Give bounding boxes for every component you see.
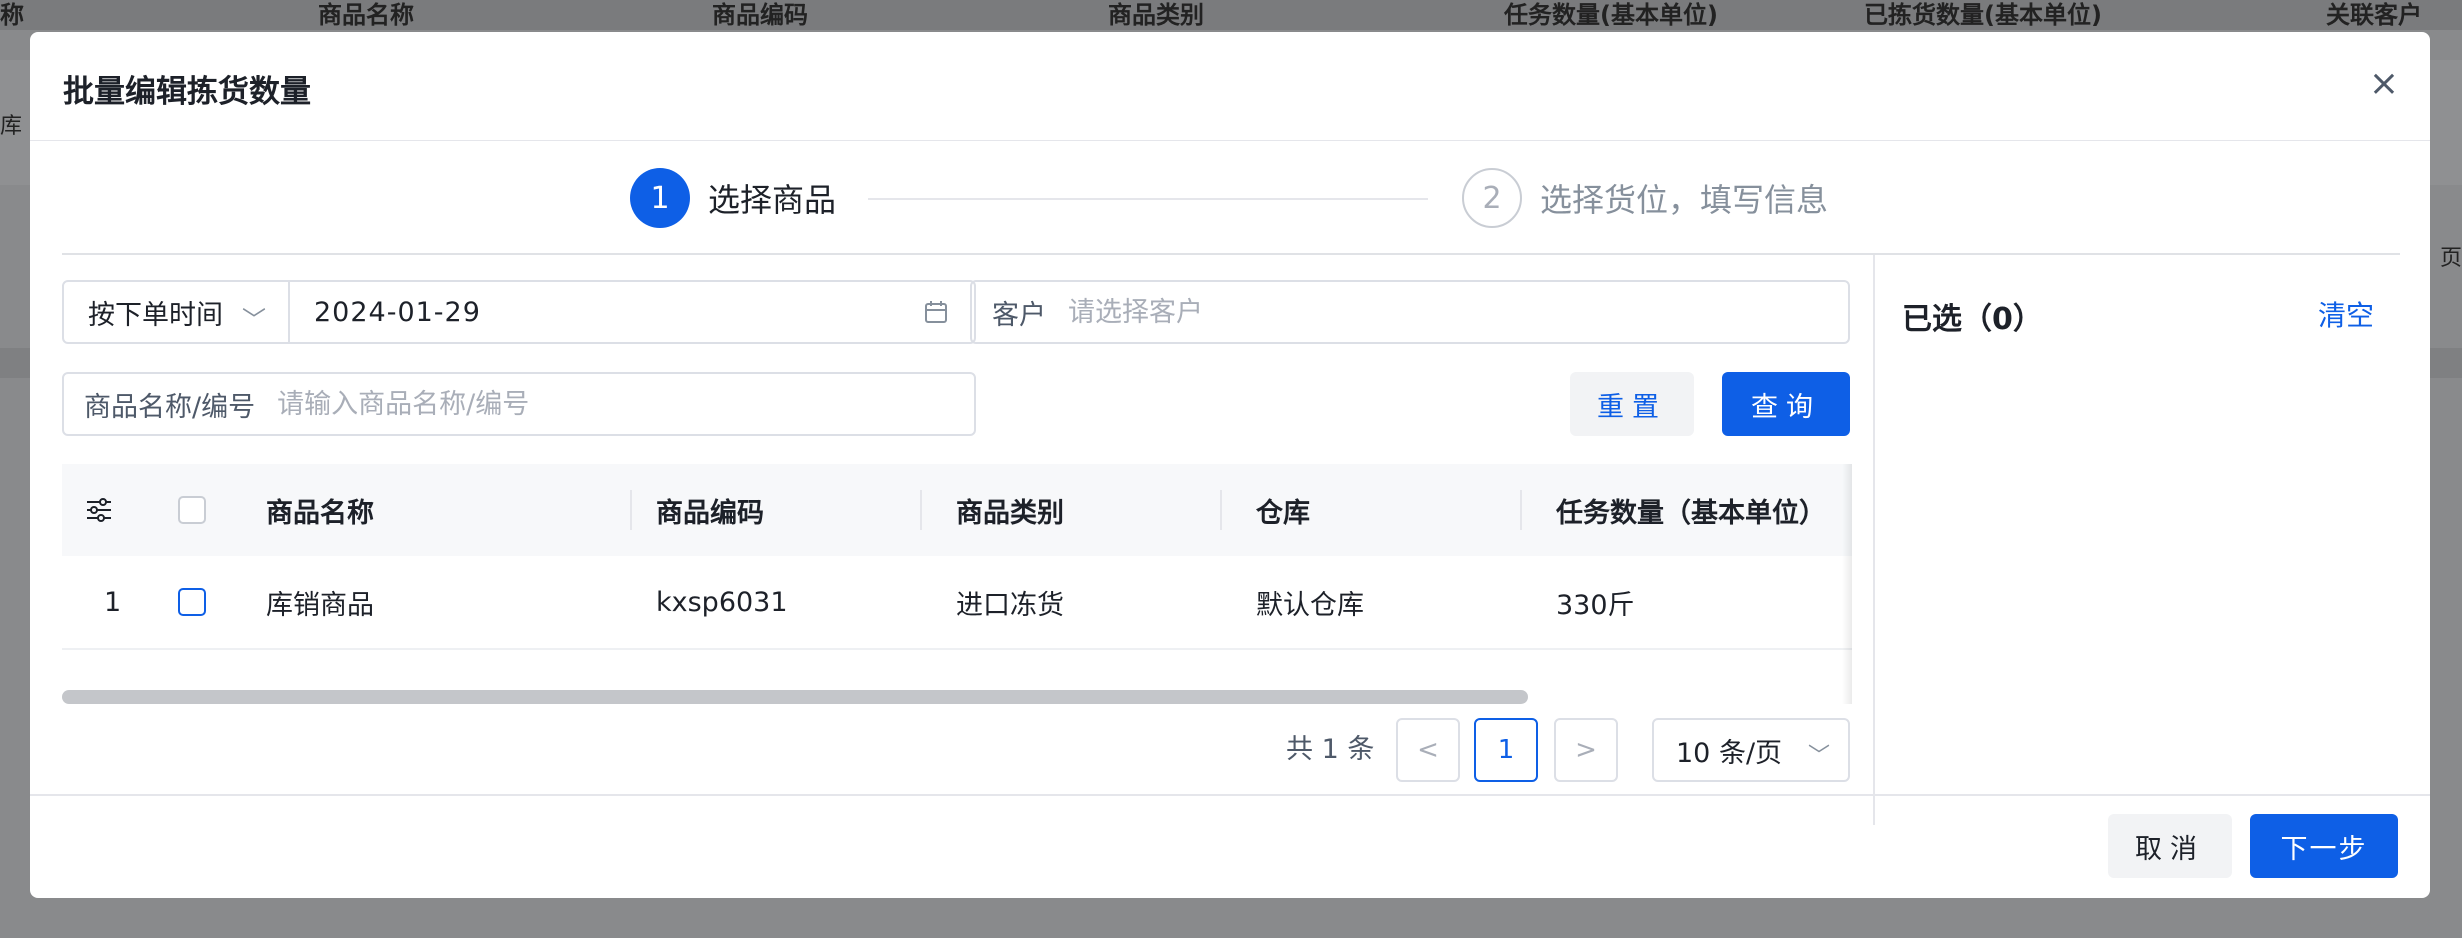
product-filter: 商品名称/编号 [62, 372, 976, 436]
cell-product-name: 库销商品 [266, 589, 374, 621]
step-1: 1 选择商品 [630, 166, 836, 230]
customer-select[interactable] [1066, 295, 1848, 329]
cell-task-qty: 330斤 [1556, 589, 1635, 621]
cell-warehouse: 默认仓库 [1256, 589, 1364, 621]
cell-product-code: kxsp6031 [656, 586, 788, 618]
bg-col-5: 已拣货数量(基本单位) [1864, 1, 2102, 29]
step-1-label: 选择商品 [708, 181, 837, 219]
page-1-button[interactable]: 1 [1474, 718, 1538, 782]
product-search-input[interactable] [275, 387, 974, 421]
date-type-value: 按下单时间 [88, 299, 223, 331]
bg-col-2: 商品编码 [712, 1, 808, 29]
horizontal-scrollbar[interactable] [62, 690, 1528, 704]
next-step-button[interactable]: 下一步 [2250, 814, 2398, 878]
section-divider [62, 253, 2400, 255]
bg-col-3: 商品类别 [1108, 1, 1204, 29]
step-2-label: 选择货位，填写信息 [1540, 181, 1829, 219]
column-settings-icon[interactable] [84, 464, 114, 556]
row-checkbox[interactable] [178, 556, 206, 648]
selected-count-title: 已选（0） [1902, 302, 2043, 337]
product-table: 商品名称 商品编码 商品类别 仓库 任务数量（基本单位） 1 库销商品 kxsp… [62, 464, 1852, 704]
pagination-total: 共 1 条 [1286, 734, 1375, 765]
col-header-category: 商品类别 [956, 497, 1064, 529]
row-index: 1 [104, 586, 122, 618]
customer-label: 客户 [992, 299, 1046, 331]
date-picker[interactable]: 2024-01-29 [290, 297, 974, 328]
col-header-code: 商品编码 [656, 497, 764, 529]
panel-divider [1873, 255, 1875, 825]
bg-col-0: 称 [0, 1, 24, 29]
checkbox-box [178, 588, 206, 616]
batch-edit-modal: 批量编辑拣货数量 × 1 选择商品 2 选择货位，填写信息 按下单时间 ﹀ 20… [30, 32, 2430, 898]
customer-filter: 客户 [970, 280, 1850, 344]
cell-product-category: 进口冻货 [956, 589, 1064, 621]
prev-page-button[interactable]: < [1396, 718, 1460, 782]
next-page-button[interactable]: > [1554, 718, 1618, 782]
date-filter: 按下单时间 ﹀ 2024-01-29 [62, 280, 976, 344]
chevron-down-icon: ﹀ [242, 306, 266, 334]
col-header-warehouse: 仓库 [1256, 497, 1310, 529]
background-table-header: 称 商品名称 商品编码 商品类别 任务数量(基本单位) 已拣货数量(基本单位) … [0, 0, 2462, 30]
column-resize-handle[interactable] [630, 490, 632, 530]
date-type-select[interactable]: 按下单时间 ﹀ [64, 282, 290, 342]
cancel-button[interactable]: 取消 [2108, 814, 2232, 878]
col-header-task-qty: 任务数量（基本单位） [1556, 497, 1826, 529]
step-2: 2 选择货位，填写信息 [1462, 166, 1828, 230]
step-connector [868, 198, 1428, 200]
query-button[interactable]: 查询 [1722, 372, 1850, 436]
background-right-text: 页 [2439, 246, 2462, 271]
column-resize-handle[interactable] [1520, 490, 1522, 530]
col-header-name: 商品名称 [266, 497, 374, 529]
chevron-down-icon: ﹀ [1807, 744, 1830, 769]
table-header: 商品名称 商品编码 商品类别 仓库 任务数量（基本单位） [62, 464, 1852, 556]
page-size-select[interactable]: 10 条/页 ﹀ [1652, 718, 1850, 782]
step-2-number: 2 [1462, 168, 1522, 228]
page-size-value: 10 条/页 [1676, 737, 1783, 769]
close-icon[interactable]: × [2368, 66, 2400, 102]
product-label: 商品名称/编号 [84, 391, 256, 423]
table-row[interactable]: 1 库销商品 kxsp6031 进口冻货 默认仓库 330斤 [62, 556, 1852, 650]
step-1-number: 1 [630, 168, 690, 228]
bg-col-1: 商品名称 [318, 1, 414, 29]
column-resize-handle[interactable] [1220, 490, 1222, 530]
modal-title: 批量编辑拣货数量 [63, 74, 311, 110]
footer-divider [30, 794, 2430, 796]
header-divider [30, 140, 2430, 141]
reset-button[interactable]: 重置 [1570, 372, 1694, 436]
checkbox-box [178, 496, 206, 524]
background-left-text: 库 [0, 114, 23, 139]
select-all-checkbox[interactable] [178, 464, 206, 556]
clear-selection-link[interactable]: 清空 [2318, 294, 2374, 334]
fixed-column-shadow [1842, 464, 1852, 704]
bg-col-6: 关联客户 [2326, 1, 2422, 29]
bg-col-4: 任务数量(基本单位) [1504, 1, 1718, 29]
calendar-icon [925, 301, 947, 323]
column-resize-handle[interactable] [920, 490, 922, 530]
